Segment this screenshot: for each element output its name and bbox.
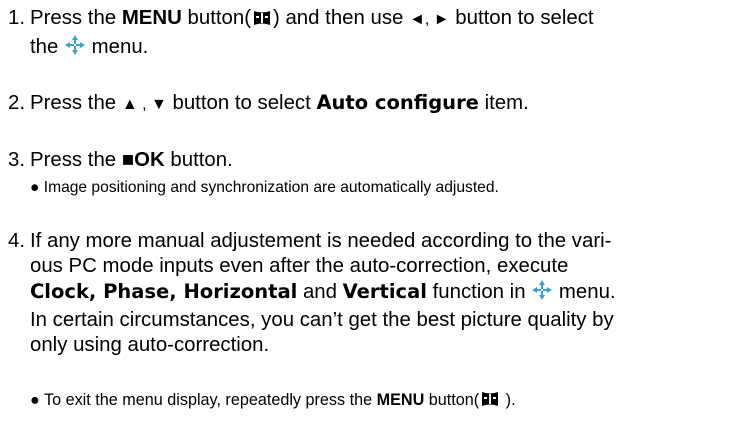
vertical-label: Vertical: [342, 280, 427, 303]
step-1: 1. Press the MENU button() and then use ◄…: [8, 6, 724, 63]
auto-configure-label: Auto configure: [316, 91, 479, 114]
step-4-line-5: only using auto-correction.: [30, 334, 270, 356]
step-4-line-1: 4. If any more manual adjustement is need…: [8, 230, 612, 252]
up-down-arrows: ▲ , ▼: [121, 96, 167, 113]
four-way-arrow-icon: [64, 34, 86, 63]
menu-label: MENU: [376, 391, 425, 409]
step-4: 4. If any more manual adjustement is need…: [8, 229, 724, 358]
step-4-line-3: Clock, Phase, Horizontal and Vertical fu…: [8, 279, 724, 308]
four-way-arrow-icon: [531, 279, 553, 308]
menu-button-icon: [479, 390, 501, 413]
manual-page: 1. Press the MENU button() and then use ◄…: [0, 0, 732, 436]
ok-square-icon: ■: [121, 149, 135, 171]
step-4-line-2: ous PC mode inputs even after the auto-c…: [30, 255, 569, 277]
ok-label: OK: [134, 149, 165, 171]
menu-label: MENU: [121, 7, 182, 29]
left-right-arrows: ◄, ►: [409, 11, 450, 28]
step-number: 2.: [8, 92, 26, 114]
exit-note: ● To exit the menu display, repeatedly p…: [30, 390, 720, 413]
step-1-line-2: the menu.: [8, 34, 724, 63]
menu-button-icon: [251, 9, 273, 34]
step-4-line-4: In certain circumstances, you can’t get …: [30, 309, 614, 331]
step-2: 2. Press the ▲ , ▼ button to select Auto …: [8, 91, 529, 114]
step-3: 3. Press the ■OK button.: [8, 149, 233, 171]
step-3-note: ● Image positioning and synchronization …: [30, 179, 499, 196]
step-number: 3.: [8, 149, 26, 171]
function-names: Clock, Phase, Horizontal: [30, 280, 298, 303]
step-1-line-1: 1. Press the MENU button() and then use ◄…: [8, 6, 724, 34]
step-number: 4.: [8, 230, 26, 252]
step-number: 1.: [8, 7, 26, 29]
